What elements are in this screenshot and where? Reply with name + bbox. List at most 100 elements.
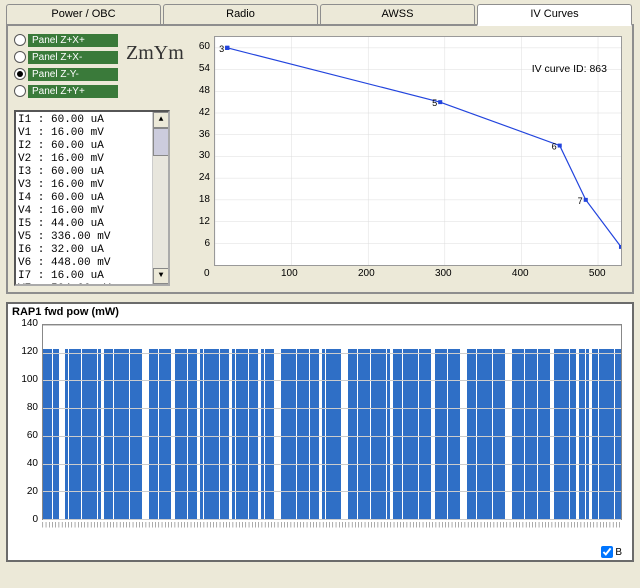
x-tick: | [264, 522, 266, 528]
x-tick: | [483, 522, 485, 528]
x-tick: | [81, 522, 83, 528]
x-tick: | [110, 522, 112, 528]
bar [226, 349, 229, 519]
x-tick: | [61, 522, 63, 528]
radio-icon [14, 85, 26, 97]
x-tick: | [561, 522, 563, 528]
x-tick: | [416, 522, 418, 528]
x-tick: 200 [358, 268, 375, 279]
x-tick: 0 [204, 268, 210, 279]
list-item: I7 : 16.00 uA [18, 270, 166, 283]
x-tick: | [432, 522, 434, 528]
x-tick: | [477, 522, 479, 528]
list-item: I5 : 44.00 uA [18, 218, 166, 231]
list-item: V5 : 336.00 mV [18, 231, 166, 244]
x-tick: | [155, 522, 157, 528]
x-tick: | [97, 522, 99, 528]
x-tick: | [335, 522, 337, 528]
x-tick: | [268, 522, 270, 528]
x-tick: | [280, 522, 282, 528]
x-tick: | [68, 522, 70, 528]
bar [573, 349, 576, 519]
x-tick: | [442, 522, 444, 528]
tab-label: IV Curves [530, 8, 578, 20]
x-tick: | [393, 522, 395, 528]
x-tick: | [168, 522, 170, 528]
bar [457, 349, 460, 519]
x-tick: | [48, 522, 50, 528]
x-tick: | [94, 522, 96, 528]
list-item: V3 : 16.00 mV [18, 179, 166, 192]
x-tick: | [213, 522, 215, 528]
x-tick: | [248, 522, 250, 528]
x-tick: | [52, 522, 54, 528]
x-tick: | [219, 522, 221, 528]
x-tick: | [500, 522, 502, 528]
iv-chart: 6121824303642485460 3567 IV curve ID: 86… [188, 32, 626, 286]
x-tick: | [116, 522, 118, 528]
scroll-up-icon[interactable]: ▲ [153, 112, 169, 128]
x-tick: | [222, 522, 224, 528]
x-tick: | [487, 522, 489, 528]
x-tick: | [371, 522, 373, 528]
x-tick: | [342, 522, 344, 528]
x-tick: | [77, 522, 79, 528]
x-tick: | [338, 522, 340, 528]
list-item: V1 : 16.00 mV [18, 127, 166, 140]
panel-radio-zmym[interactable]: Panel Z-Y- [14, 66, 182, 82]
x-tick: | [55, 522, 57, 528]
svg-text:5: 5 [432, 98, 437, 108]
x-tick: | [306, 522, 308, 528]
x-tick: | [65, 522, 67, 528]
x-tick: | [148, 522, 150, 528]
panel-formula-label: ZmYm [126, 42, 184, 65]
b-checkbox[interactable] [601, 546, 613, 558]
gridline [43, 491, 621, 492]
x-tick: | [567, 522, 569, 528]
bar [194, 349, 197, 519]
x-tick: | [535, 522, 537, 528]
scroll-thumb[interactable] [153, 128, 169, 156]
x-tick: | [200, 522, 202, 528]
x-tick: | [551, 522, 553, 528]
x-tick: | [322, 522, 324, 528]
tab-awss[interactable]: AWSS [320, 4, 475, 26]
x-tick: | [261, 522, 263, 528]
gridline [43, 519, 621, 520]
y-tick: 120 [21, 346, 38, 357]
scroll-down-icon[interactable]: ▼ [153, 268, 169, 284]
tab-power-obc[interactable]: Power / OBC [6, 4, 161, 26]
x-tick: | [58, 522, 60, 528]
b-checkbox-row[interactable]: B [601, 546, 622, 558]
x-tick: | [390, 522, 392, 528]
x-tick: | [474, 522, 476, 528]
x-tick: | [206, 522, 208, 528]
iv-plot-area: 3567 IV curve ID: 863 [214, 36, 622, 266]
tab-label: Power / OBC [51, 8, 115, 20]
x-tick: | [174, 522, 176, 528]
x-tick: | [525, 522, 527, 528]
x-tick: | [454, 522, 456, 528]
x-tick: | [313, 522, 315, 528]
x-tick: 300 [435, 268, 452, 279]
scrollbar[interactable]: ▲ ▼ [152, 112, 168, 284]
tab-radio[interactable]: Radio [163, 4, 318, 26]
x-tick: | [271, 522, 273, 528]
radio-icon [14, 34, 26, 46]
list-item: I1 : 60.00 uA [18, 114, 166, 127]
tab-iv-curves[interactable]: IV Curves [477, 4, 632, 26]
x-tick: | [216, 522, 218, 528]
y-tick: 100 [21, 374, 38, 385]
iv-values-listbox[interactable]: I1 : 60.00 uA V1 : 16.00 mV I2 : 60.00 u… [14, 110, 170, 286]
x-tick: | [103, 522, 105, 528]
panel-radio-zpyp[interactable]: Panel Z+Y+ [14, 83, 182, 99]
x-tick: | [522, 522, 524, 528]
x-tick: | [564, 522, 566, 528]
b-checkbox-label: B [615, 547, 622, 558]
x-tick: | [184, 522, 186, 528]
x-tick: | [100, 522, 102, 528]
x-tick: | [326, 522, 328, 528]
bar [255, 349, 258, 519]
x-tick: | [609, 522, 611, 528]
x-tick: | [409, 522, 411, 528]
